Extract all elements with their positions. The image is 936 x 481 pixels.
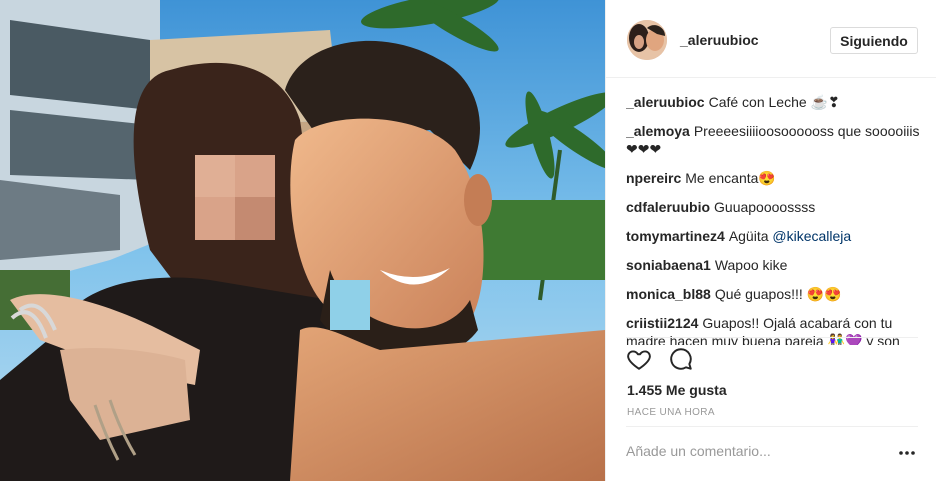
following-button[interactable]: Siguiendo [830, 27, 918, 54]
comment-text: Café con Leche ☕❣ [708, 94, 840, 110]
comment-text: Me encanta😍 [685, 170, 776, 186]
heart-icon[interactable] [626, 346, 654, 374]
more-options-icon[interactable] [896, 446, 918, 460]
add-comment-input[interactable] [626, 443, 876, 459]
comment-item: npereirc Me encanta😍 [626, 169, 924, 187]
section-divider [626, 337, 918, 338]
avatar-image [627, 20, 667, 60]
comment-username[interactable]: soniabaena1 [626, 257, 711, 273]
comment-item: _aleruubioc Café con Leche ☕❣ [626, 93, 924, 111]
comment-item: criistii2124 Guapos!! Ojalá acabará con t… [626, 314, 924, 345]
post-sidebar: _aleruubioc Siguiendo _aleruubioc Café co… [605, 0, 936, 481]
comment-username[interactable]: _alemoya [626, 123, 690, 139]
post-header: _aleruubioc Siguiendo [606, 0, 936, 78]
comment-text: Wapoo kike [714, 257, 788, 273]
section-divider [626, 426, 918, 427]
comments-scrollbar[interactable] [924, 88, 928, 338]
post-actions [626, 346, 696, 378]
avatar[interactable] [627, 20, 667, 60]
comment-bubble-icon[interactable] [668, 346, 696, 374]
comment-item: tomymartinez4 Agüita @kikecalleja [626, 227, 924, 245]
post-photo[interactable] [0, 0, 605, 481]
instagram-post: _aleruubioc Siguiendo _aleruubioc Café co… [0, 0, 936, 481]
comment-username[interactable]: tomymartinez4 [626, 228, 725, 244]
comment-mention-link[interactable]: @kikecalleja [772, 228, 851, 244]
comment-text: Guuapoooossss [714, 199, 816, 215]
comment-text: Agüita [728, 228, 769, 244]
comment-username[interactable]: _aleruubioc [626, 94, 705, 110]
comment-item: _alemoya Preeeesiiiioosoooooss que sooooi… [626, 122, 924, 158]
post-timestamp[interactable]: HACE UNA HORA [627, 407, 715, 418]
comment-username[interactable]: cdfaleruubio [626, 199, 710, 215]
comment-username[interactable]: monica_bl88 [626, 286, 711, 302]
comment-username[interactable]: criistii2124 [626, 315, 698, 331]
likes-count[interactable]: 1.455 Me gusta [627, 382, 727, 398]
comment-item: cdfaleruubio Guuapoooossss [626, 198, 924, 216]
post-author-username[interactable]: _aleruubioc [680, 32, 759, 48]
comment-text: Qué guapos!!! 😍😍 [714, 286, 842, 302]
comment-username[interactable]: npereirc [626, 170, 681, 186]
photo-illustration [0, 0, 605, 481]
comments-list: _aleruubioc Café con Leche ☕❣ _alemoya Pree… [626, 93, 924, 345]
comment-item: soniabaena1 Wapoo kike [626, 256, 924, 274]
comment-item: monica_bl88 Qué guapos!!! 😍😍 [626, 285, 924, 303]
